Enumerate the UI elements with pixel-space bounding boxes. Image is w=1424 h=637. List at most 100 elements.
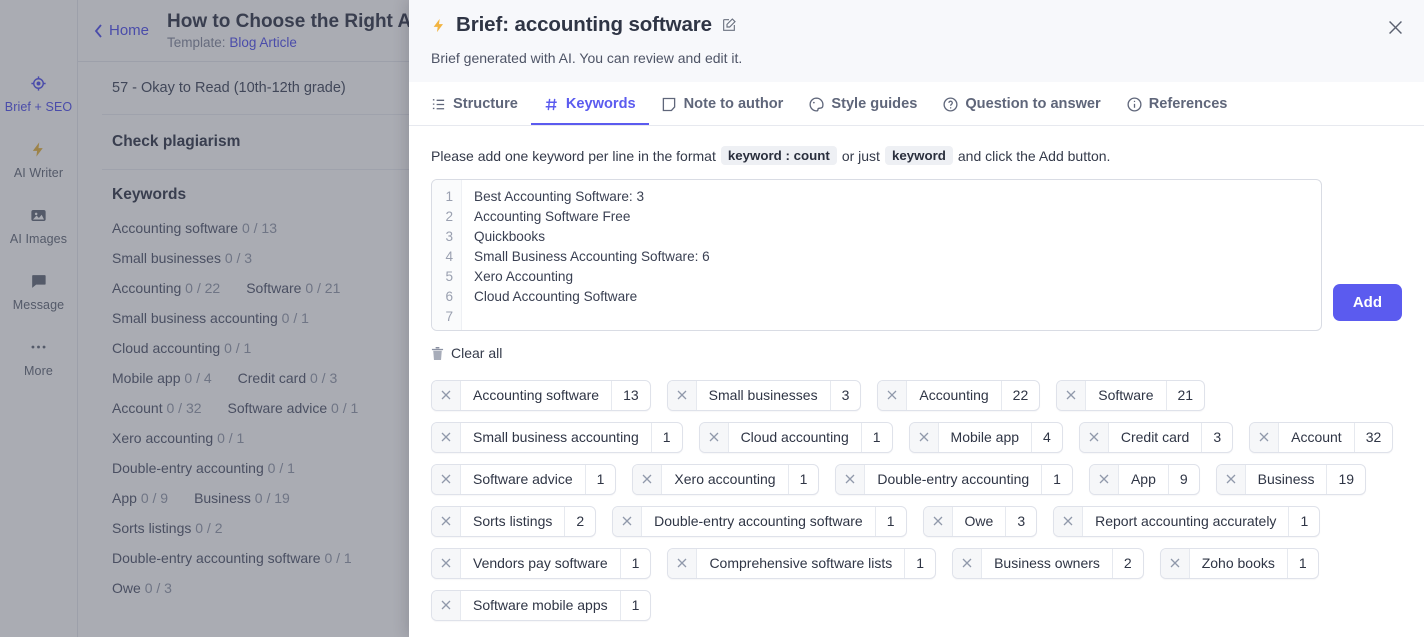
keyword-tag-label: Double-entry accounting software bbox=[654, 513, 863, 529]
remove-keyword-icon[interactable] bbox=[667, 380, 697, 410]
keyword-tag-label: Xero accounting bbox=[674, 471, 776, 487]
remove-keyword-icon[interactable] bbox=[1057, 380, 1087, 410]
remove-keyword-icon[interactable] bbox=[432, 422, 461, 452]
remove-keyword-icon[interactable] bbox=[953, 548, 983, 578]
remove-keyword-icon[interactable] bbox=[432, 380, 461, 410]
keyword-tag[interactable]: Business owners 2 bbox=[952, 547, 1144, 579]
remove-keyword-icon[interactable] bbox=[432, 590, 461, 620]
modal-body: Please add one keyword per line in the f… bbox=[409, 126, 1424, 637]
keyword-tag[interactable]: Accounting 22 bbox=[877, 379, 1041, 411]
remove-keyword-icon[interactable] bbox=[1079, 422, 1109, 452]
keyword-tag[interactable]: Comprehensive software lists 1 bbox=[667, 547, 937, 579]
remove-keyword-icon[interactable] bbox=[1250, 422, 1280, 452]
keyword-tag[interactable]: Software 21 bbox=[1056, 379, 1206, 411]
clear-all-button[interactable]: Clear all bbox=[431, 345, 502, 361]
note-icon bbox=[662, 97, 677, 112]
keyword-tag[interactable]: Small businesses 3 bbox=[666, 379, 862, 411]
editor-line: Best Accounting Software: 3 bbox=[474, 189, 645, 204]
keyword-tag[interactable]: Sorts listings 2 bbox=[431, 505, 597, 537]
keyword-tag[interactable]: Vendors pay software 1 bbox=[431, 547, 652, 579]
keyword-tag[interactable]: App 9 bbox=[1088, 463, 1200, 495]
keyword-tag-count: 13 bbox=[611, 380, 650, 410]
keyword-tag[interactable]: Account 32 bbox=[1249, 421, 1394, 453]
hint-part-3: and click the Add button. bbox=[957, 147, 1111, 164]
keyword-tag-count: 1 bbox=[1286, 548, 1318, 578]
keyword-tag-count: 1 bbox=[619, 548, 651, 578]
keyword-tag-count: 2 bbox=[564, 506, 595, 536]
remove-keyword-icon[interactable] bbox=[909, 422, 939, 452]
keyword-tag[interactable]: Credit card 3 bbox=[1078, 421, 1234, 453]
remove-keyword-icon[interactable] bbox=[836, 464, 866, 494]
editor-lines[interactable]: Best Accounting Software: 3 Accounting So… bbox=[462, 180, 1321, 330]
info-circle-icon bbox=[1127, 96, 1142, 112]
keyword-tag[interactable]: Accounting software 13 bbox=[431, 379, 651, 411]
trash-icon bbox=[431, 346, 444, 361]
tab-style-guides[interactable]: Style guides bbox=[796, 82, 930, 125]
tab-label: Keywords bbox=[565, 96, 636, 112]
keyword-tag[interactable]: Xero accounting 1 bbox=[632, 463, 820, 495]
tab-question-to-answer[interactable]: Question to answer bbox=[930, 82, 1113, 125]
keyword-tag-label: Owe bbox=[964, 513, 994, 529]
keyword-tag-label: Mobile app bbox=[950, 429, 1020, 445]
remove-keyword-icon[interactable] bbox=[633, 464, 663, 494]
remove-keyword-icon[interactable] bbox=[1216, 464, 1246, 494]
keyword-tag-count: 4 bbox=[1031, 422, 1062, 452]
keyword-tag-label: Cloud accounting bbox=[740, 429, 849, 445]
keyword-tag[interactable]: Cloud accounting 1 bbox=[698, 421, 893, 453]
line-number-gutter: 1 2 3 4 5 6 7 bbox=[432, 180, 462, 330]
remove-keyword-icon[interactable] bbox=[432, 548, 461, 578]
remove-keyword-icon[interactable] bbox=[432, 506, 461, 536]
remove-keyword-icon[interactable] bbox=[668, 548, 698, 578]
tab-references[interactable]: References bbox=[1114, 82, 1241, 125]
close-icon[interactable] bbox=[1380, 12, 1410, 42]
keyword-tag-list: Accounting software 13 Small businesses 3 Ac… bbox=[431, 379, 1402, 621]
keyword-tag-label: Business owners bbox=[994, 555, 1100, 571]
keyword-tag-count: 2 bbox=[1111, 548, 1143, 578]
add-button[interactable]: Add bbox=[1332, 284, 1402, 321]
keyword-tag[interactable]: Double-entry accounting 1 bbox=[835, 463, 1073, 495]
keyword-tag-label: Double-entry accounting bbox=[877, 471, 1030, 487]
keyword-tag-label: Account bbox=[1291, 429, 1342, 445]
tab-label: References bbox=[1148, 96, 1228, 112]
edit-pencil-icon[interactable] bbox=[721, 17, 738, 34]
modal-title-row: Brief: accounting software bbox=[431, 13, 1402, 37]
keyword-tag-label: App bbox=[1130, 471, 1156, 487]
keyword-tag-count: 3 bbox=[1005, 506, 1036, 536]
remove-keyword-icon[interactable] bbox=[878, 380, 908, 410]
keyword-tag-count: 1 bbox=[650, 422, 682, 452]
tab-label: Question to answer bbox=[965, 96, 1101, 112]
keyword-tag[interactable]: Small business accounting 1 bbox=[431, 421, 683, 453]
keyword-tag[interactable]: Software advice 1 bbox=[431, 463, 617, 495]
tab-keywords[interactable]: Keywords bbox=[530, 82, 649, 125]
keyword-tag-count: 22 bbox=[1000, 380, 1040, 410]
tab-label: Note to author bbox=[683, 96, 784, 112]
keyword-tag[interactable]: Software mobile apps 1 bbox=[431, 589, 652, 621]
keyword-tag[interactable]: Mobile app 4 bbox=[908, 421, 1063, 453]
remove-keyword-icon[interactable] bbox=[1160, 548, 1190, 578]
line-number: 5 bbox=[445, 269, 453, 284]
line-number: 2 bbox=[445, 209, 453, 224]
remove-keyword-icon[interactable] bbox=[613, 506, 643, 536]
keyword-tag[interactable]: Zoho books 1 bbox=[1159, 547, 1319, 579]
modal-header: Brief: accounting software Brief generat… bbox=[409, 0, 1424, 82]
keyword-tag-label: Vendors pay software bbox=[473, 555, 608, 571]
remove-keyword-icon[interactable] bbox=[432, 464, 461, 494]
remove-keyword-icon[interactable] bbox=[1089, 464, 1119, 494]
keyword-textarea[interactable]: 1 2 3 4 5 6 7 Best Accounting Software: 3 Accou… bbox=[431, 179, 1322, 331]
remove-keyword-icon[interactable] bbox=[1054, 506, 1084, 536]
tab-note-to-author[interactable]: Note to author bbox=[649, 82, 797, 125]
keyword-tag[interactable]: Business 19 bbox=[1215, 463, 1367, 495]
hint-code-2: keyword bbox=[884, 146, 953, 165]
line-number: 6 bbox=[445, 289, 453, 304]
remove-keyword-icon[interactable] bbox=[699, 422, 729, 452]
modal-dim-overlay[interactable] bbox=[0, 0, 409, 637]
remove-keyword-icon[interactable] bbox=[923, 506, 953, 536]
keyword-tag[interactable]: Double-entry accounting software 1 bbox=[612, 505, 907, 537]
keyword-tag-label: Credit card bbox=[1120, 429, 1190, 445]
tab-structure[interactable]: Structure bbox=[431, 82, 531, 125]
keyword-tag-count: 1 bbox=[1288, 506, 1319, 536]
line-number: 4 bbox=[445, 249, 453, 264]
keyword-tag[interactable]: Owe 3 bbox=[922, 505, 1038, 537]
keyword-tag[interactable]: Report accounting accurately 1 bbox=[1053, 505, 1321, 537]
